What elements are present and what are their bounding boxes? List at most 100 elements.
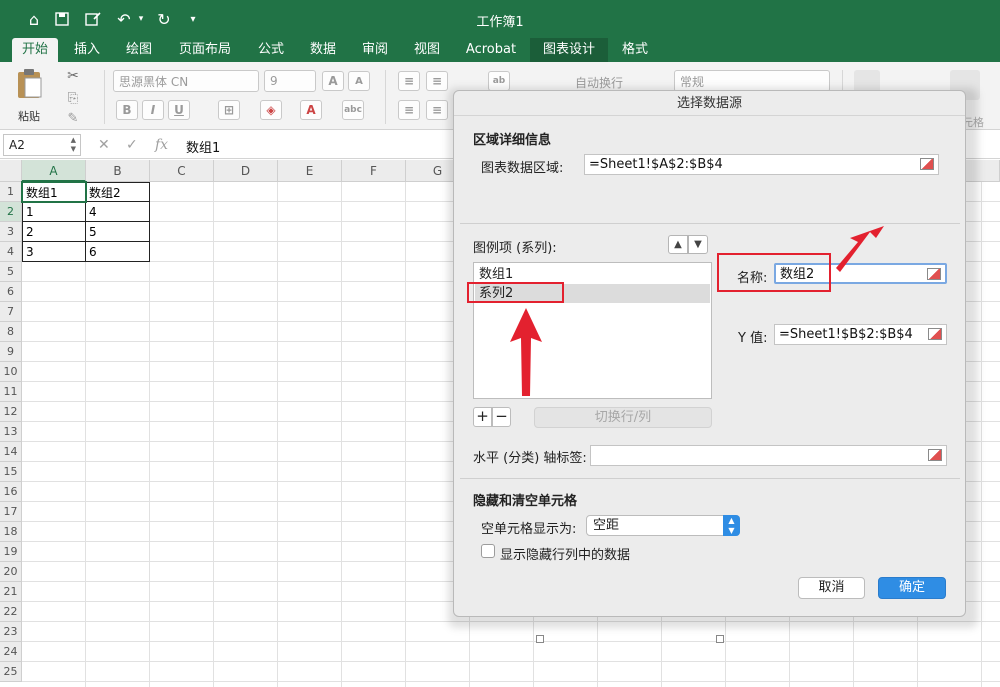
- row-header[interactable]: 16: [0, 482, 22, 502]
- row-header[interactable]: 15: [0, 462, 22, 482]
- align-left-icon[interactable]: ≡: [398, 100, 420, 120]
- row-header[interactable]: 3: [0, 222, 22, 242]
- format-painter-icon[interactable]: ✎: [64, 108, 82, 128]
- cut-icon[interactable]: ✂: [64, 66, 82, 86]
- row-header[interactable]: 19: [0, 542, 22, 562]
- name-box-stepper-icon[interactable]: ▲ ▼: [71, 136, 76, 154]
- tab-formulas[interactable]: 公式: [250, 38, 292, 62]
- tab-chart-design[interactable]: 图表设计: [530, 38, 608, 62]
- tab-acrobat[interactable]: Acrobat: [458, 38, 524, 62]
- tab-page-layout[interactable]: 页面布局: [170, 38, 240, 62]
- underline-button[interactable]: U: [168, 100, 190, 120]
- row-header[interactable]: 2: [0, 202, 22, 222]
- show-hidden-checkbox[interactable]: [481, 544, 495, 558]
- column-header[interactable]: E: [278, 160, 342, 182]
- table-cell[interactable]: 1: [22, 202, 86, 222]
- paste-button[interactable]: 粘贴: [12, 68, 48, 124]
- font-name-select[interactable]: 思源黑体 CN: [113, 70, 259, 92]
- phonetic-icon[interactable]: abc: [342, 100, 364, 120]
- row-header[interactable]: 22: [0, 602, 22, 622]
- row-header[interactable]: 18: [0, 522, 22, 542]
- collapse-dialog-icon[interactable]: [920, 158, 934, 170]
- collapse-dialog-icon[interactable]: [928, 449, 942, 461]
- column-header[interactable]: A: [22, 160, 86, 182]
- row-header[interactable]: 17: [0, 502, 22, 522]
- row-header[interactable]: 21: [0, 582, 22, 602]
- category-axis-input[interactable]: [590, 445, 947, 466]
- row-header[interactable]: 6: [0, 282, 22, 302]
- chart-selection-handle[interactable]: [536, 635, 544, 643]
- row-header[interactable]: 4: [0, 242, 22, 262]
- name-box[interactable]: A2 ▲ ▼: [3, 134, 81, 156]
- tab-format[interactable]: 格式: [612, 38, 658, 62]
- remove-series-button[interactable]: −: [492, 407, 511, 427]
- tab-insert[interactable]: 插入: [66, 38, 108, 62]
- bold-button[interactable]: B: [116, 100, 138, 120]
- move-up-button[interactable]: ▲: [668, 235, 688, 254]
- tab-view[interactable]: 视图: [406, 38, 448, 62]
- column-header[interactable]: B: [86, 160, 150, 182]
- row-header[interactable]: 13: [0, 422, 22, 442]
- row-header[interactable]: 14: [0, 442, 22, 462]
- chart-data-range-input[interactable]: =Sheet1!$A$2:$B$4: [584, 154, 939, 175]
- align-top-icon[interactable]: ≡: [398, 71, 420, 91]
- row-header[interactable]: 12: [0, 402, 22, 422]
- tab-draw[interactable]: 绘图: [118, 38, 160, 62]
- row-header[interactable]: 10: [0, 362, 22, 382]
- italic-button[interactable]: I: [142, 100, 164, 120]
- select-all-corner[interactable]: [0, 160, 22, 182]
- table-cell[interactable]: 5: [86, 222, 150, 242]
- tab-home[interactable]: 开始: [12, 38, 58, 62]
- add-series-button[interactable]: +: [473, 407, 492, 427]
- section-heading-hidden: 隐藏和清空单元格: [473, 494, 578, 509]
- y-values-label: Y 值:: [738, 331, 768, 346]
- move-down-button[interactable]: ▼: [688, 235, 708, 254]
- row-header[interactable]: 24: [0, 642, 22, 662]
- increase-font-icon[interactable]: A: [322, 71, 344, 91]
- align-center-icon[interactable]: ≡: [426, 100, 448, 120]
- row-header[interactable]: 5: [0, 262, 22, 282]
- table-cell[interactable]: 4: [86, 202, 150, 222]
- switch-row-column-button[interactable]: 切换行/列: [534, 407, 712, 428]
- table-cell[interactable]: 数组2: [86, 182, 150, 202]
- borders-icon[interactable]: ⊞: [218, 100, 240, 120]
- font-size-select[interactable]: 9: [264, 70, 316, 92]
- decrease-font-icon[interactable]: A: [348, 71, 370, 91]
- column-header[interactable]: F: [342, 160, 406, 182]
- table-cell[interactable]: 3: [22, 242, 86, 262]
- tab-data[interactable]: 数据: [302, 38, 344, 62]
- column-header[interactable]: C: [150, 160, 214, 182]
- chart-selection-handle[interactable]: [716, 635, 724, 643]
- cancel-button[interactable]: 取消: [798, 577, 865, 599]
- collapse-dialog-icon[interactable]: [927, 268, 941, 280]
- column-header[interactable]: D: [214, 160, 278, 182]
- empty-cells-select[interactable]: 空距 ▲ ▼: [586, 515, 740, 536]
- fill-color-icon[interactable]: ◈: [260, 100, 282, 120]
- y-values-input[interactable]: =Sheet1!$B$2:$B$4: [774, 324, 947, 345]
- confirm-entry-icon[interactable]: ✓: [126, 137, 138, 153]
- cancel-entry-icon[interactable]: ✕: [98, 137, 110, 153]
- collapse-dialog-icon[interactable]: [928, 328, 942, 340]
- table-cell[interactable]: 6: [86, 242, 150, 262]
- font-color-icon[interactable]: A: [300, 100, 322, 120]
- insert-function-icon[interactable]: fx: [155, 137, 168, 153]
- row-header[interactable]: 25: [0, 662, 22, 682]
- formula-input[interactable]: 数组1: [186, 137, 220, 156]
- table-cell[interactable]: 2: [22, 222, 86, 242]
- row-header[interactable]: 8: [0, 322, 22, 342]
- row-header[interactable]: 11: [0, 382, 22, 402]
- paste-label: 粘贴: [18, 110, 40, 123]
- chart-data-range-value: =Sheet1!$A$2:$B$4: [589, 157, 723, 172]
- highlight-box-series: [467, 282, 564, 303]
- row-header[interactable]: 9: [0, 342, 22, 362]
- row-header[interactable]: 23: [0, 622, 22, 642]
- row-header[interactable]: 20: [0, 562, 22, 582]
- ribbon-divider: [104, 70, 105, 124]
- row-header[interactable]: 7: [0, 302, 22, 322]
- align-middle-icon[interactable]: ≡: [426, 71, 448, 91]
- copy-icon[interactable]: ⎘: [64, 88, 82, 108]
- row-header[interactable]: 1: [0, 182, 22, 202]
- tab-review[interactable]: 审阅: [354, 38, 396, 62]
- ok-button[interactable]: 确定: [878, 577, 946, 599]
- chevron-updown-icon: ▲ ▼: [723, 515, 740, 536]
